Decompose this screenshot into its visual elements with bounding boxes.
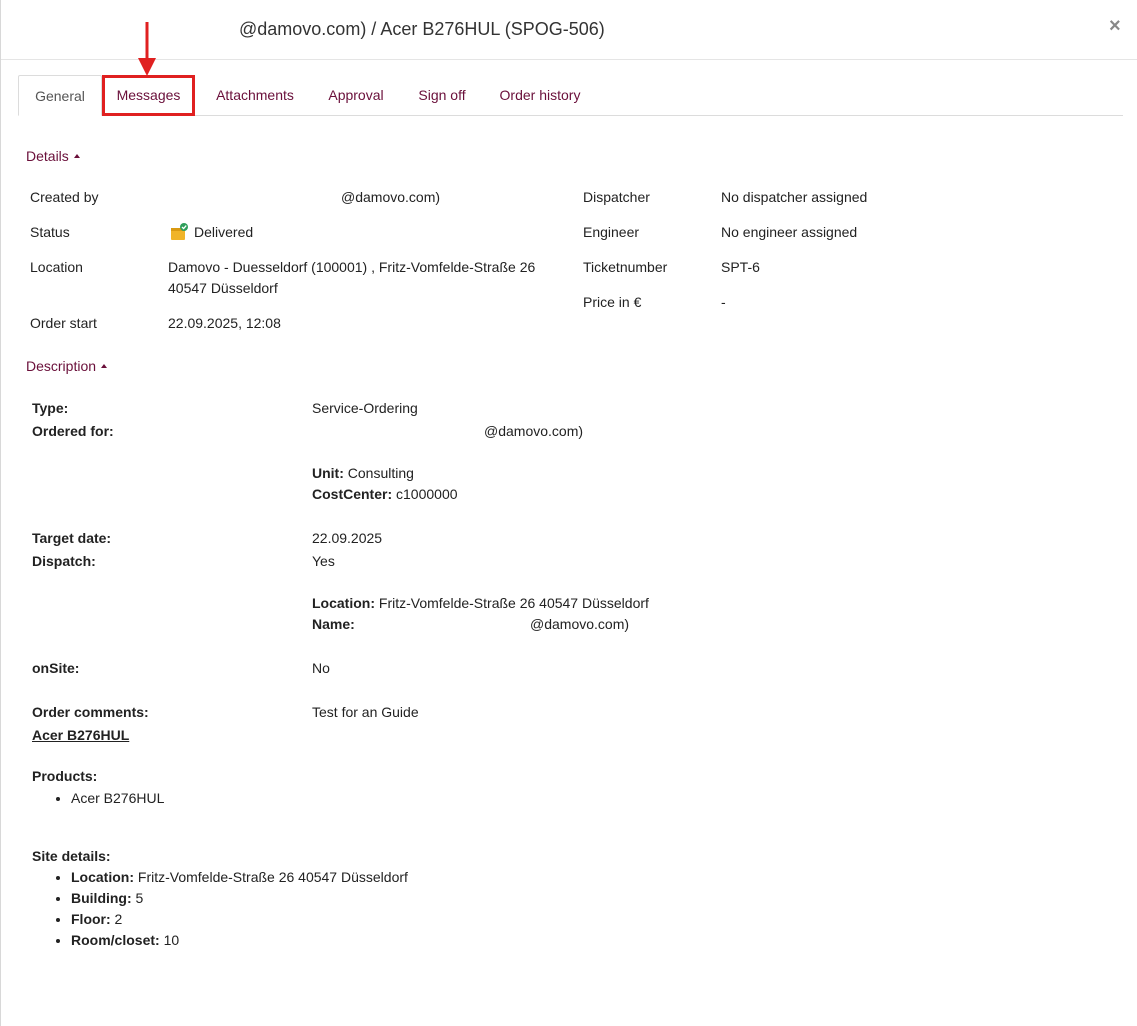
dispatch-name-label: Name:: [312, 616, 355, 632]
product-item: Acer B276HUL: [71, 790, 165, 806]
costcenter-value: c1000000: [396, 486, 458, 502]
site-detail-value: Fritz-Vomfelde-Straße 26 40547 Düsseldor…: [137, 869, 408, 885]
site-detail-room: Room/closet: 10: [71, 930, 179, 951]
bullet-icon: [56, 897, 60, 901]
unit-label: Unit:: [312, 465, 344, 481]
engineer-label: Engineer: [583, 224, 640, 240]
dispatch-label: Dispatch:: [32, 553, 96, 569]
site-detail-label: Floor:: [71, 911, 111, 927]
tab-general[interactable]: General: [18, 75, 102, 116]
site-detail-building: Building: 5: [71, 888, 143, 909]
dispatch-value: Yes: [312, 553, 335, 569]
description-toggle-label: Description: [26, 358, 97, 374]
site-details-label: Site details:: [32, 848, 111, 864]
tab-attachments[interactable]: Attachments: [203, 75, 307, 115]
product-link[interactable]: Acer B276HUL: [32, 725, 129, 746]
site-detail-label: Location:: [71, 869, 134, 885]
bullet-icon: [56, 797, 60, 801]
site-detail-label: Room/closet:: [71, 932, 160, 948]
annotation-arrow: [138, 22, 156, 76]
price-value: -: [721, 294, 726, 310]
order-comments-value: Test for an Guide: [312, 704, 419, 720]
created-by-label: Created by: [30, 189, 99, 205]
products-label: Products:: [32, 768, 98, 784]
ticketnumber-value: SPT-6: [721, 259, 760, 275]
ticketnumber-label: Ticketnumber: [583, 259, 668, 275]
details-toggle[interactable]: Details: [26, 148, 80, 164]
modal-title: @damovo.com) / Acer B276HUL (SPOG-506): [239, 19, 605, 39]
bullet-icon: [56, 939, 60, 943]
costcenter-row: CostCenter: c1000000: [312, 484, 458, 505]
dispatcher-label: Dispatcher: [583, 189, 650, 205]
dispatcher-value: No dispatcher assigned: [721, 189, 868, 205]
dispatch-location-value: Fritz-Vomfelde-Straße 26 40547 Düsseldor…: [378, 595, 649, 611]
order-modal: @damovo.com) / Acer B276HUL (SPOG-506) ×…: [0, 0, 1137, 1026]
price-label: Price in €: [583, 294, 642, 310]
tab-sign-off[interactable]: Sign off: [407, 75, 477, 115]
location-line1: Damovo - Duesseldorf (100001) , Fritz-Vo…: [168, 259, 536, 275]
site-detail-value: 2: [114, 911, 123, 927]
costcenter-label: CostCenter:: [312, 486, 393, 502]
close-icon[interactable]: ×: [1109, 16, 1121, 36]
ordered-for-label: Ordered for:: [32, 423, 114, 439]
onsite-value: No: [312, 660, 330, 676]
location-line2: 40547 Düsseldorf: [168, 280, 278, 296]
bullet-icon: [56, 876, 60, 880]
details-toggle-label: Details: [26, 148, 69, 164]
status-label: Status: [30, 224, 70, 240]
tab-order-history[interactable]: Order history: [491, 75, 589, 115]
order-comments-label: Order comments:: [32, 704, 149, 720]
bullet-icon: [56, 918, 60, 922]
type-label: Type:: [32, 400, 69, 416]
tab-approval[interactable]: Approval: [318, 75, 394, 115]
messages-tab-highlight: [102, 75, 195, 116]
unit-row: Unit: Consulting: [312, 463, 414, 484]
type-value: Service-Ordering: [312, 400, 418, 416]
target-date-value: 22.09.2025: [312, 530, 383, 546]
onsite-label: onSite:: [32, 660, 80, 676]
unit-value: Consulting: [347, 465, 414, 481]
created-by-value: @damovo.com): [341, 189, 441, 205]
dispatch-location-row: Location: Fritz-Vomfelde-Straße 26 40547…: [312, 593, 649, 614]
modal-header: @damovo.com) / Acer B276HUL (SPOG-506) ×: [1, 0, 1137, 60]
status-value: Delivered: [194, 224, 254, 240]
ordered-for-value: @damovo.com): [484, 423, 584, 439]
target-date-label: Target date:: [32, 530, 112, 546]
location-label: Location: [30, 259, 83, 275]
order-start-label: Order start: [30, 315, 97, 331]
delivered-box-check-icon: [171, 223, 188, 240]
site-detail-location: Location: Fritz-Vomfelde-Straße 26 40547…: [71, 867, 408, 888]
caret-up-icon: [73, 154, 80, 158]
site-detail-label: Building:: [71, 890, 132, 906]
site-detail-value: 5: [135, 890, 144, 906]
dispatch-location-label: Location:: [312, 595, 375, 611]
description-toggle[interactable]: Description: [26, 358, 108, 374]
dispatch-name-value: @damovo.com): [530, 616, 630, 632]
caret-up-icon: [101, 364, 108, 368]
site-detail-floor: Floor: 2: [71, 909, 122, 930]
site-detail-value: 10: [163, 932, 180, 948]
engineer-value: No engineer assigned: [721, 224, 858, 240]
order-start-value: 22.09.2025, 12:08: [168, 315, 281, 331]
